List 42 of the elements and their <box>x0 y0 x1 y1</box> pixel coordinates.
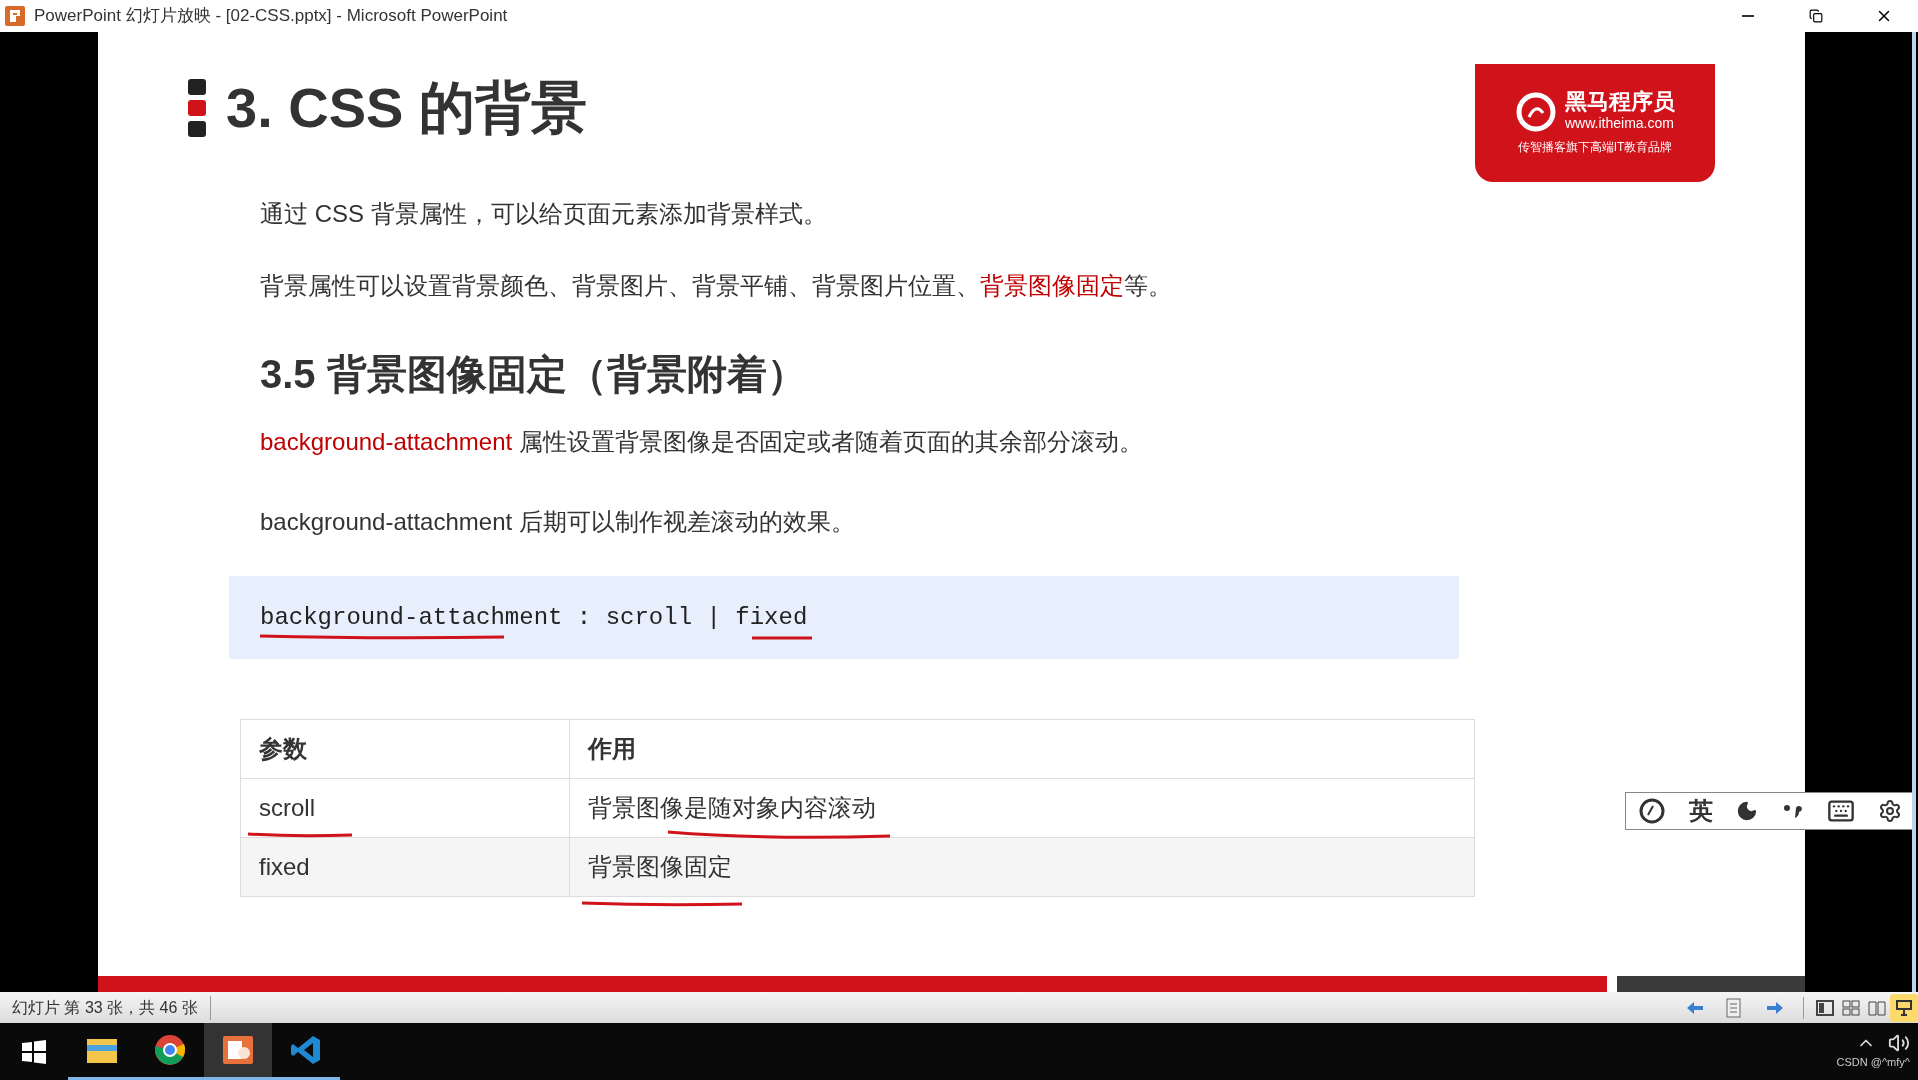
slideshow-button[interactable] <box>1890 993 1918 1022</box>
taskbar-app[interactable] <box>204 1023 272 1080</box>
table-cell: 背景图像是随对象内容滚动 <box>569 778 1475 838</box>
code-editor-icon <box>290 1034 322 1066</box>
chrome-icon <box>154 1034 186 1066</box>
status-text: 幻灯片 第 33 张，共 46 张 <box>0 995 211 1020</box>
logo-emblem-icon <box>1515 91 1557 133</box>
body-text: background-attachment 属性设置背景图像是否固定或者随着页面的其余部分滚动。 <box>260 427 1144 457</box>
tray-text: CSDN @^mfy^ <box>1836 1055 1910 1071</box>
body-text: 通过 CSS 背景属性，可以给页面元素添加背景样式。 <box>260 199 828 229</box>
underline-mark <box>750 635 814 641</box>
folder-icon <box>86 1036 118 1064</box>
title-bullet-icon <box>188 79 206 137</box>
moon-icon[interactable] <box>1736 800 1759 822</box>
book-icon <box>1868 999 1886 1016</box>
slides-app-icon <box>4 5 26 27</box>
body-text: background-attachment 后期可以制作视差滚动的效果。 <box>260 507 856 537</box>
projector-screen-icon <box>1896 999 1912 1016</box>
settings-icon[interactable] <box>1878 799 1903 823</box>
right-arrow-icon <box>1767 1001 1783 1014</box>
restore-icon <box>1809 9 1823 23</box>
section-heading: 3.5 背景图像固定（背景附着） <box>259 351 808 398</box>
table-cell: scroll <box>240 778 570 838</box>
normal-view-icon <box>1816 999 1834 1016</box>
code-text: background-attachment : scroll | fixed <box>260 602 808 633</box>
ime-logo-icon <box>1637 797 1666 825</box>
column-header: 作用 <box>569 719 1475 779</box>
minimize-icon <box>1742 15 1754 17</box>
logo-brand-text: 黑马程序员 <box>1565 90 1675 113</box>
window-title: PowerPoint 幻灯片放映 - [02-CSS.pptx] - Microsoft PowerPoint <box>34 5 508 28</box>
slide-title: 3. CSS 的背景 <box>226 75 587 141</box>
grid-icon <box>1842 999 1860 1016</box>
left-arrow-icon <box>1687 1001 1703 1014</box>
column-header: 参数 <box>240 719 570 779</box>
logo-url: www.itheima.com <box>1565 113 1675 133</box>
table-cell: 背景图像固定 <box>569 837 1475 897</box>
body-text: 背景属性可以设置背景颜色、背景图片、背景平铺、背景图片位置、背景图像固定等。 <box>260 271 1173 301</box>
ime-mode-button[interactable]: 英 <box>1689 793 1713 829</box>
windows-icon <box>22 1039 46 1064</box>
table-cell: fixed <box>240 837 570 897</box>
logo-slogan: 传智播客旗下高端IT教育品牌 <box>1517 138 1673 156</box>
slides-app-icon <box>222 1035 254 1065</box>
